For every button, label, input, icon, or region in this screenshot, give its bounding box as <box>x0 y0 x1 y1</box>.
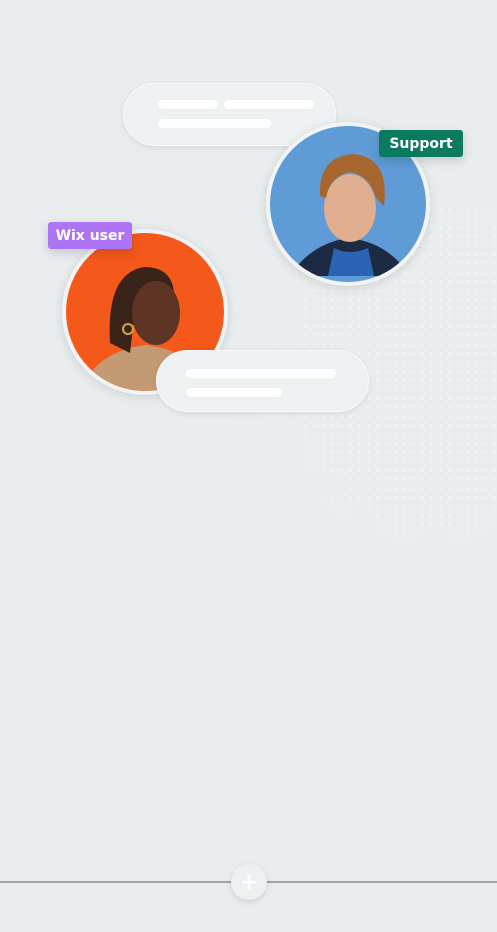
wix-user-badge: Wix user <box>48 222 132 249</box>
plus-icon: + <box>239 869 259 895</box>
text-placeholder <box>186 388 282 397</box>
text-placeholder <box>158 119 271 128</box>
add-button[interactable]: + <box>231 864 267 900</box>
text-placeholder <box>224 100 314 109</box>
support-badge: Support <box>379 130 463 157</box>
text-placeholder <box>158 100 218 109</box>
user-message-bubble <box>156 350 369 412</box>
text-placeholder <box>186 369 336 378</box>
